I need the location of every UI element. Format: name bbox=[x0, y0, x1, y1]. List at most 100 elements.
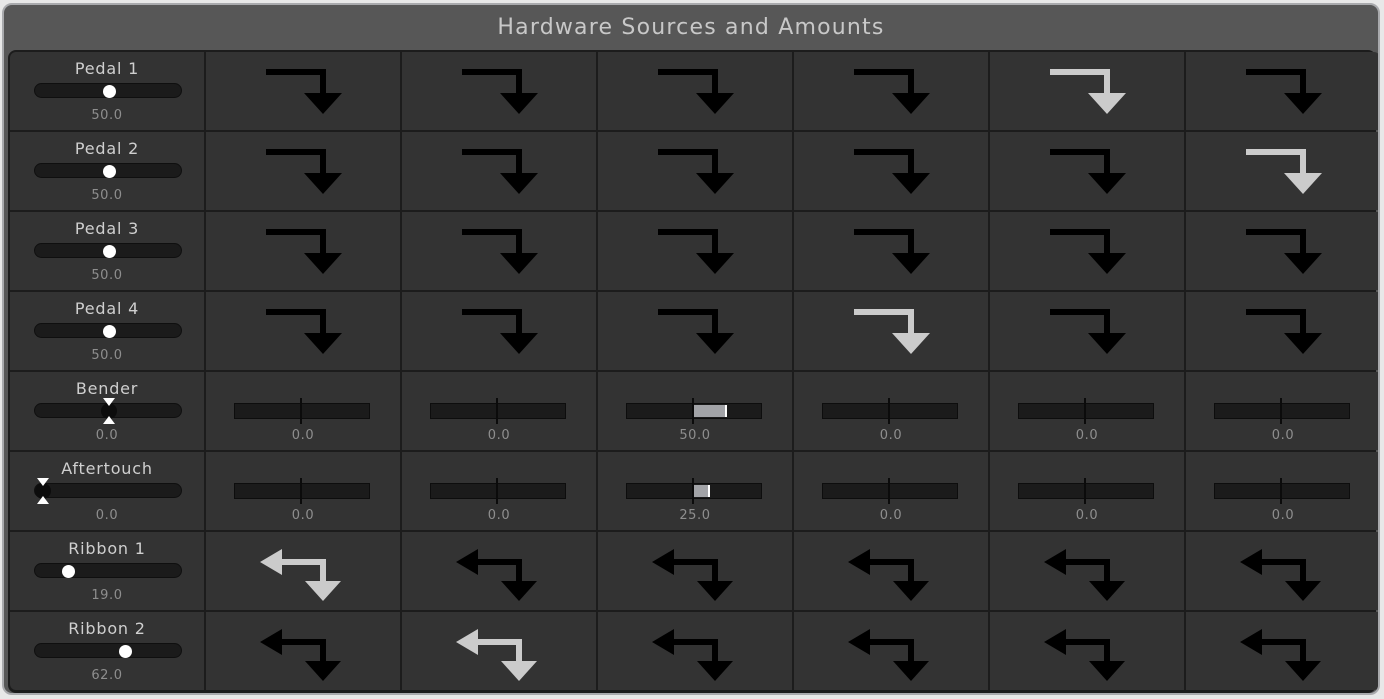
return-route-toggle-cell[interactable] bbox=[990, 532, 1184, 610]
amount-slider-cell[interactable]: 0.0 bbox=[402, 372, 596, 450]
arrow-shape bbox=[658, 229, 734, 274]
route-toggle-cell[interactable] bbox=[206, 292, 400, 370]
amount-slider[interactable] bbox=[1018, 483, 1154, 499]
return-route-toggle-cell[interactable] bbox=[1186, 612, 1378, 690]
triangle-down-icon bbox=[37, 478, 49, 486]
amount-slider-cell[interactable]: 0.0 bbox=[1186, 372, 1378, 450]
arrow-shape bbox=[1246, 69, 1322, 114]
arrow-shape bbox=[854, 229, 930, 274]
amount-slider-cell[interactable]: 0.0 bbox=[206, 452, 400, 530]
amount-slider[interactable] bbox=[430, 483, 566, 499]
amount-slider[interactable] bbox=[822, 403, 958, 419]
route-toggle-cell[interactable] bbox=[990, 52, 1184, 130]
amount-slider[interactable] bbox=[234, 483, 370, 499]
route-toggle-cell[interactable] bbox=[1186, 212, 1378, 290]
amount-slider[interactable] bbox=[626, 483, 762, 499]
slider-handle[interactable] bbox=[103, 165, 116, 178]
arrow-shape bbox=[854, 149, 930, 194]
route-toggle-cell[interactable] bbox=[598, 292, 792, 370]
slider-handle[interactable] bbox=[103, 245, 116, 258]
amount-slider-cell[interactable]: 0.0 bbox=[1186, 452, 1378, 530]
source-slider[interactable] bbox=[34, 83, 182, 98]
arrow-shape bbox=[1050, 229, 1126, 274]
route-toggle-cell[interactable] bbox=[794, 292, 988, 370]
slider-handle[interactable] bbox=[103, 85, 116, 98]
route-toggle-cell[interactable] bbox=[598, 212, 792, 290]
source-slider[interactable] bbox=[34, 398, 182, 424]
amount-slider[interactable] bbox=[822, 483, 958, 499]
arrow-shape bbox=[456, 549, 537, 601]
amount-slider[interactable] bbox=[1214, 403, 1350, 419]
return-route-arrow-icon bbox=[652, 549, 733, 601]
amount-slider-cell[interactable]: 50.0 bbox=[598, 372, 792, 450]
amount-slider-cell[interactable]: 25.0 bbox=[598, 452, 792, 530]
source-slider[interactable] bbox=[34, 243, 182, 258]
amount-slider-cell[interactable]: 0.0 bbox=[402, 452, 596, 530]
route-arrow-icon bbox=[658, 309, 734, 354]
return-route-toggle-cell[interactable] bbox=[1186, 532, 1378, 610]
route-toggle-cell[interactable] bbox=[598, 132, 792, 210]
source-slider[interactable] bbox=[34, 323, 182, 338]
amount-handle[interactable] bbox=[724, 405, 727, 417]
return-route-toggle-cell[interactable] bbox=[990, 612, 1184, 690]
amount-slider-cell[interactable]: 0.0 bbox=[794, 372, 988, 450]
source-slider[interactable] bbox=[34, 163, 182, 178]
route-toggle-cell[interactable] bbox=[990, 292, 1184, 370]
slider-handle[interactable] bbox=[118, 645, 132, 658]
return-route-toggle-cell[interactable] bbox=[206, 532, 400, 610]
arrow-shape bbox=[1246, 309, 1322, 354]
hardware-sources-window: Hardware Sources and Amounts Pedal 1 50.0… bbox=[2, 3, 1380, 695]
source-slider[interactable] bbox=[34, 563, 182, 578]
route-arrow-icon bbox=[1246, 69, 1322, 114]
source-value: 50.0 bbox=[91, 268, 123, 283]
arrow-shape bbox=[652, 629, 733, 681]
amount-slider[interactable] bbox=[1018, 403, 1154, 419]
amount-slider-cell[interactable]: 0.0 bbox=[206, 372, 400, 450]
route-toggle-cell[interactable] bbox=[990, 212, 1184, 290]
return-route-toggle-cell[interactable] bbox=[794, 532, 988, 610]
route-toggle-cell[interactable] bbox=[990, 132, 1184, 210]
amount-slider[interactable] bbox=[1214, 483, 1350, 499]
route-toggle-cell[interactable] bbox=[794, 132, 988, 210]
route-toggle-cell[interactable] bbox=[1186, 52, 1378, 130]
route-toggle-cell[interactable] bbox=[402, 292, 596, 370]
route-toggle-cell[interactable] bbox=[206, 212, 400, 290]
amount-slider[interactable] bbox=[626, 403, 762, 419]
source-name: Pedal 4 bbox=[74, 299, 140, 318]
route-toggle-cell[interactable] bbox=[402, 132, 596, 210]
route-toggle-cell[interactable] bbox=[598, 52, 792, 130]
return-route-arrow-icon bbox=[1044, 629, 1125, 681]
route-toggle-cell[interactable] bbox=[794, 212, 988, 290]
amount-slider-cell[interactable]: 0.0 bbox=[794, 452, 988, 530]
source-slider[interactable] bbox=[34, 478, 182, 504]
route-arrow-icon bbox=[266, 149, 342, 194]
amount-slider[interactable] bbox=[430, 403, 566, 419]
route-toggle-cell[interactable] bbox=[206, 132, 400, 210]
route-toggle-cell[interactable] bbox=[402, 212, 596, 290]
route-toggle-cell[interactable] bbox=[206, 52, 400, 130]
amount-slider-cell[interactable]: 0.0 bbox=[990, 372, 1184, 450]
amount-slider[interactable] bbox=[234, 403, 370, 419]
source-slider[interactable] bbox=[34, 643, 182, 658]
return-route-arrow-icon bbox=[1044, 549, 1125, 601]
source-cell: Pedal 1 50.0 bbox=[10, 52, 204, 130]
arrow-shape bbox=[1044, 629, 1125, 681]
return-route-arrow-icon bbox=[1240, 549, 1321, 601]
amount-handle[interactable] bbox=[707, 485, 710, 497]
route-arrow-icon bbox=[462, 149, 538, 194]
route-toggle-cell[interactable] bbox=[1186, 292, 1378, 370]
amount-slider-cell[interactable]: 0.0 bbox=[990, 452, 1184, 530]
route-toggle-cell[interactable] bbox=[1186, 132, 1378, 210]
return-route-toggle-cell[interactable] bbox=[402, 612, 596, 690]
return-route-toggle-cell[interactable] bbox=[794, 612, 988, 690]
return-route-toggle-cell[interactable] bbox=[402, 532, 596, 610]
return-route-toggle-cell[interactable] bbox=[206, 612, 400, 690]
route-toggle-cell[interactable] bbox=[794, 52, 988, 130]
return-route-toggle-cell[interactable] bbox=[598, 532, 792, 610]
amount-fill bbox=[693, 405, 727, 417]
slider-handle[interactable] bbox=[103, 325, 116, 338]
slider-handle[interactable] bbox=[62, 565, 76, 578]
arrow-shape bbox=[1050, 149, 1126, 194]
route-toggle-cell[interactable] bbox=[402, 52, 596, 130]
return-route-toggle-cell[interactable] bbox=[598, 612, 792, 690]
